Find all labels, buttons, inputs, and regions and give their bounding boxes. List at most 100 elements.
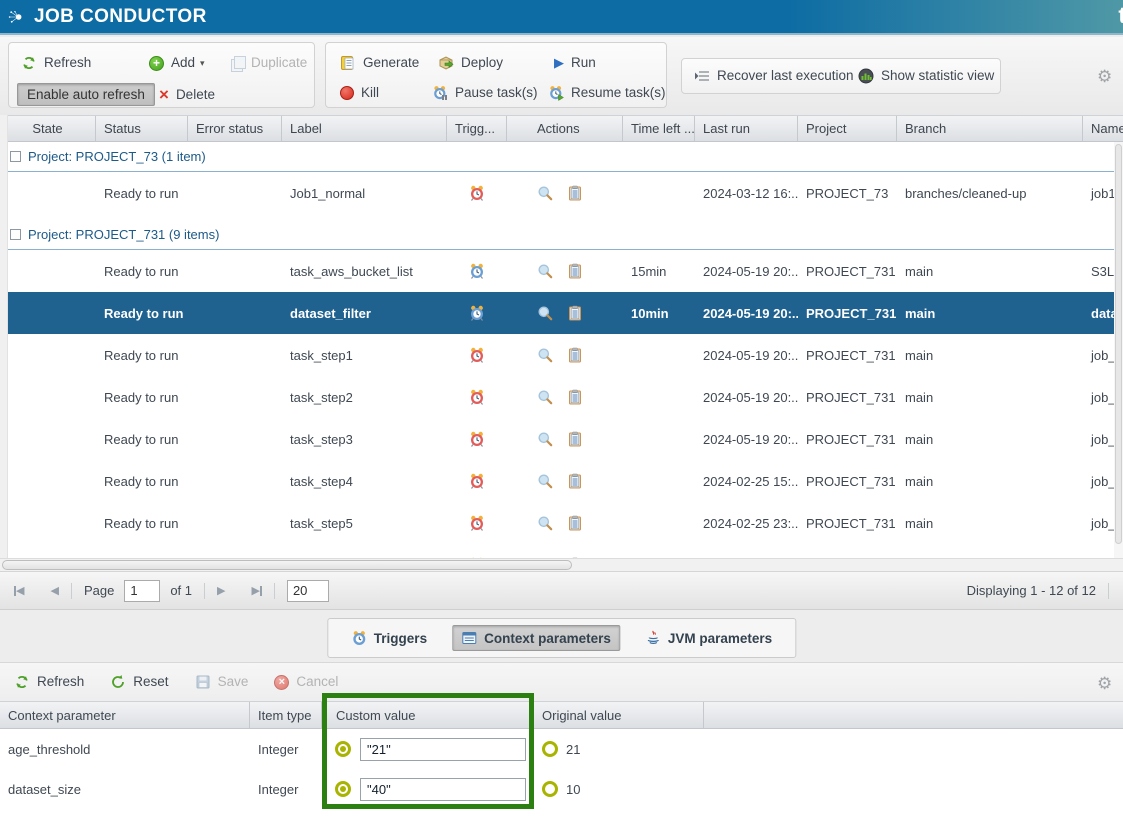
cell-project: PROJECT_731 bbox=[798, 516, 897, 531]
trigger-alarm-icon bbox=[469, 515, 485, 531]
tab-triggers[interactable]: Triggers bbox=[342, 625, 436, 651]
deploy-button[interactable]: Deploy bbox=[438, 55, 503, 71]
duplicate-button[interactable]: Duplicate bbox=[231, 55, 307, 71]
add-button[interactable]: + Add ▾ bbox=[149, 55, 205, 71]
magnifier-icon[interactable] bbox=[537, 515, 553, 531]
cell-triggers bbox=[447, 347, 507, 363]
recover-last-execution-button[interactable]: Recover last execution bbox=[694, 68, 854, 84]
run-button[interactable]: ▶ Run bbox=[554, 55, 596, 71]
original-value-radio[interactable] bbox=[542, 781, 558, 797]
show-statistic-view-button[interactable]: Show statistic view bbox=[858, 68, 994, 84]
tab-jvm-parameters[interactable]: JVM parameters bbox=[636, 625, 781, 651]
column-header-status[interactable]: Status bbox=[96, 116, 188, 141]
magnifier-icon[interactable] bbox=[537, 185, 553, 201]
column-header-error-status[interactable]: Error status bbox=[188, 116, 282, 141]
magnifier-icon[interactable] bbox=[537, 305, 553, 321]
jvm-parameters-tab-java-icon bbox=[645, 630, 661, 646]
resume-tasks-button[interactable]: Resume task(s) bbox=[548, 85, 666, 101]
collapse-group-icon[interactable] bbox=[10, 151, 21, 162]
column-header-name[interactable]: Name bbox=[1083, 116, 1123, 141]
params-reset-button[interactable]: Reset bbox=[110, 674, 168, 690]
grid-settings-gear-icon[interactable]: ⚙ bbox=[1097, 67, 1112, 87]
project-group-header[interactable]: Project: PROJECT_731 (9 items) bbox=[0, 220, 1123, 250]
cell-actions bbox=[507, 347, 623, 363]
page-size-input[interactable] bbox=[287, 580, 329, 602]
param-name: dataset_size bbox=[0, 782, 250, 797]
task-row[interactable]: Ready to run task_step5 bbox=[0, 502, 1123, 544]
horizontal-scrollbar-thumb[interactable] bbox=[2, 560, 572, 570]
next-page-button[interactable]: ▶ bbox=[217, 584, 225, 597]
param-name: age_threshold bbox=[0, 742, 250, 757]
params-settings-gear-icon[interactable]: ⚙ bbox=[1097, 674, 1112, 694]
original-value-radio[interactable] bbox=[542, 741, 558, 757]
enable-auto-refresh-button[interactable]: Enable auto refresh bbox=[17, 83, 155, 106]
column-header-time-left[interactable]: Time left ... bbox=[623, 116, 695, 141]
task-row[interactable]: Ready to run task_aws_bucket_list bbox=[0, 250, 1123, 292]
last-page-button[interactable]: ▶ bbox=[251, 584, 261, 597]
project-group-header[interactable]: Project: PROJECT_73 (1 item) bbox=[0, 142, 1123, 172]
task-row[interactable]: Ready to run task_step1 bbox=[0, 334, 1123, 376]
magnifier-icon[interactable] bbox=[537, 431, 553, 447]
params-save-button[interactable]: Save bbox=[195, 674, 249, 690]
clipboard-icon[interactable] bbox=[567, 305, 583, 321]
column-header-context-parameter: Context parameter bbox=[0, 702, 250, 728]
cell-last-run: 2024-05-19 20:... bbox=[695, 306, 798, 321]
clipboard-icon[interactable] bbox=[567, 515, 583, 531]
pause-tasks-button[interactable]: Pause task(s) bbox=[432, 85, 538, 101]
collapse-group-icon[interactable] bbox=[10, 229, 21, 240]
page-of-label: of 1 bbox=[170, 583, 192, 598]
first-page-button[interactable]: ◀ bbox=[14, 584, 24, 597]
duplicate-icon bbox=[231, 56, 244, 70]
kill-button[interactable]: Kill bbox=[340, 85, 379, 101]
task-row[interactable]: Ready to run task_step7 bbox=[0, 544, 1123, 558]
params-cancel-button[interactable]: × Cancel bbox=[274, 674, 338, 690]
trigger-alarm-icon bbox=[469, 185, 485, 201]
clipboard-icon[interactable] bbox=[567, 185, 583, 201]
cell-actions bbox=[507, 305, 623, 321]
cell-label: task_step3 bbox=[282, 432, 447, 447]
add-icon: + bbox=[149, 56, 164, 71]
delete-button[interactable]: × Delete bbox=[159, 87, 215, 103]
task-row[interactable]: Ready to run Job1_normal bbox=[0, 172, 1123, 214]
clipboard-icon[interactable] bbox=[567, 263, 583, 279]
custom-value-input[interactable] bbox=[360, 738, 526, 761]
magnifier-icon[interactable] bbox=[537, 473, 553, 489]
column-header-state[interactable]: State bbox=[0, 116, 96, 141]
refresh-button[interactable]: Refresh bbox=[21, 55, 91, 71]
clipboard-icon[interactable] bbox=[567, 347, 583, 363]
custom-value-radio[interactable] bbox=[335, 781, 351, 797]
page-number-input[interactable] bbox=[124, 580, 160, 602]
clipboard-icon[interactable] bbox=[567, 389, 583, 405]
tab-context-parameters[interactable]: Context parameters bbox=[452, 625, 620, 651]
magnifier-icon[interactable] bbox=[537, 347, 553, 363]
clipboard-icon[interactable] bbox=[567, 431, 583, 447]
task-row[interactable]: Ready to run task_step4 bbox=[0, 460, 1123, 502]
cell-project: PROJECT_731 bbox=[798, 306, 897, 321]
column-header-branch[interactable]: Branch bbox=[897, 116, 1083, 141]
custom-value-radio[interactable] bbox=[335, 741, 351, 757]
clipboard-icon[interactable] bbox=[567, 473, 583, 489]
column-header-last-run[interactable]: Last run bbox=[695, 116, 798, 141]
context-parameter-row[interactable]: dataset_size Integer 10 bbox=[0, 769, 1123, 809]
job-conductor-app: JOB CONDUCTOR t Refresh + Add ▾ Duplicat… bbox=[0, 0, 1123, 831]
custom-value-input[interactable] bbox=[360, 778, 526, 801]
prev-page-button[interactable]: ◀ bbox=[50, 584, 58, 597]
vertical-scrollbar-thumb[interactable] bbox=[1115, 144, 1122, 544]
generate-button[interactable]: Generate bbox=[340, 55, 419, 71]
params-refresh-button[interactable]: Refresh bbox=[14, 674, 84, 690]
magnifier-icon[interactable] bbox=[537, 389, 553, 405]
column-header-project[interactable]: Project bbox=[798, 116, 897, 141]
task-row[interactable]: Ready to run dataset_filter bbox=[0, 292, 1123, 334]
trigger-alarm-icon bbox=[469, 389, 485, 405]
task-row[interactable]: Ready to run task_step3 bbox=[0, 418, 1123, 460]
cell-project: PROJECT_731 bbox=[798, 348, 897, 363]
column-header-actions[interactable]: Actions bbox=[507, 116, 623, 141]
magnifier-icon[interactable] bbox=[537, 263, 553, 279]
cell-label: task_step1 bbox=[282, 348, 447, 363]
context-parameter-row[interactable]: age_threshold Integer 21 bbox=[0, 729, 1123, 769]
column-header-label[interactable]: Label bbox=[282, 116, 447, 141]
cell-status: Ready to run bbox=[96, 306, 188, 321]
column-header-triggers[interactable]: Trigg... bbox=[447, 116, 507, 141]
task-row[interactable]: Ready to run task_step2 bbox=[0, 376, 1123, 418]
cancel-icon: × bbox=[274, 675, 289, 690]
